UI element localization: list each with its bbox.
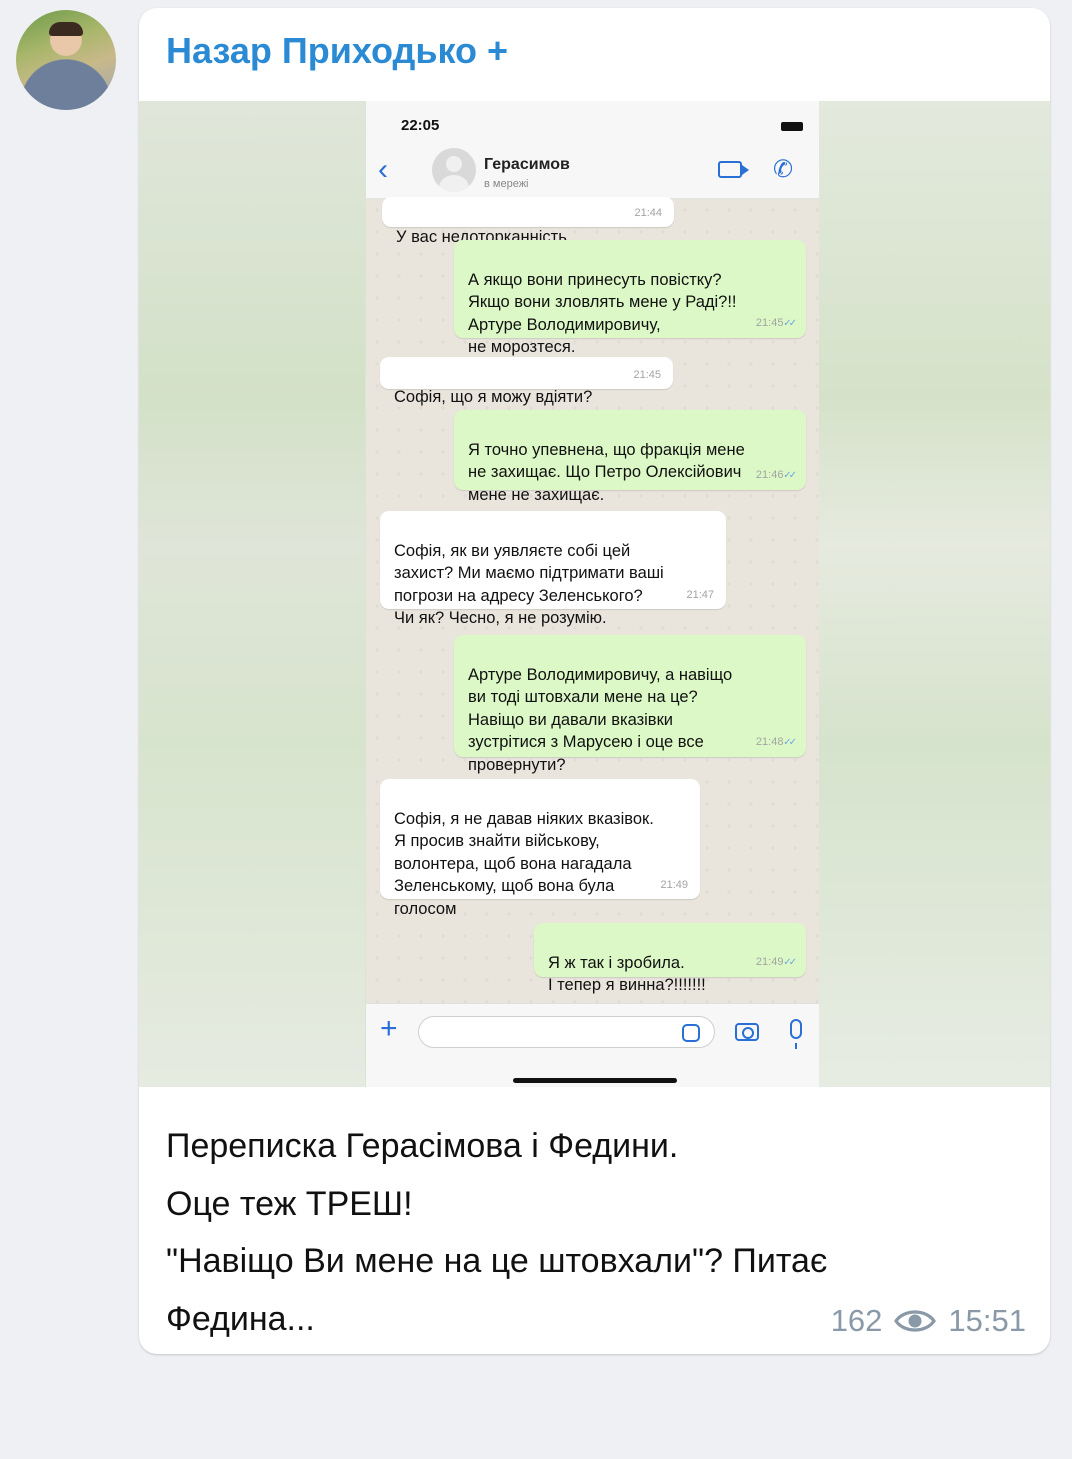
back-chevron-icon: ‹	[378, 153, 388, 186]
avatar[interactable]	[16, 10, 116, 110]
chat-header: ‹ Герасимов в мережі ✆	[366, 145, 819, 199]
chat-message: Софія, як ви уявляєте собі цей захист? М…	[380, 511, 726, 627]
message-bubble: Назар Приходько + 22:05 ‹ Герасимов в ме…	[139, 8, 1050, 1354]
chat-message: Софія, що я можу вдіяти? 21:45	[380, 357, 673, 406]
attached-image[interactable]: 22:05 ‹ Герасимов в мережі ✆ У вас недот…	[139, 101, 1050, 1087]
sticker-icon	[682, 1024, 700, 1042]
status-time: 22:05	[401, 117, 440, 134]
chat-input-bar: +	[366, 1003, 819, 1087]
chat-message: А якщо вони принесуть повістку? Якщо вон…	[454, 240, 806, 356]
caption-line: "Навіщо Ви мене на це штовхали"? Питає	[166, 1242, 828, 1280]
message-time: 15:51	[948, 1303, 1026, 1338]
home-indicator	[513, 1078, 677, 1083]
chat-message: Я точно упевнена, що фракція мене не зах…	[454, 410, 806, 504]
microphone-icon	[790, 1019, 802, 1049]
caption-line: Оце теж ТРЕШ!	[166, 1184, 413, 1223]
battery-icon	[781, 122, 803, 131]
chat-message: У вас недоторканність. 21:44	[382, 197, 674, 246]
phone-status-bar: 22:05	[366, 101, 819, 145]
chat-message: Артуре Володимировичу, а навіщо ви тоді …	[454, 635, 806, 774]
phone-call-icon: ✆	[773, 156, 794, 183]
chat-message: Я ж так і зробила. І тепер я винна?!!!!!…	[534, 923, 806, 994]
contact-name: Герасимов	[484, 156, 570, 173]
video-call-icon	[718, 161, 749, 178]
view-count: 162	[830, 1303, 883, 1338]
camera-icon	[735, 1023, 759, 1041]
chat-message: Софія, я не давав ніяких вказівок. Я про…	[380, 779, 700, 918]
contact-status: в мережі	[484, 178, 529, 190]
sender-name[interactable]: Назар Приходько +	[166, 30, 508, 72]
message-field	[418, 1016, 715, 1048]
message-meta: 162 15:51	[831, 1303, 1026, 1339]
plus-icon: +	[380, 1012, 398, 1045]
image-blur-left	[139, 101, 365, 1087]
caption-line: Переписка Герасімова і Федини.	[166, 1127, 679, 1165]
chat-area: У вас недоторканність. 21:44 А якщо вони …	[366, 197, 819, 1003]
image-blur-right	[819, 101, 1050, 1087]
contact-avatar	[432, 148, 476, 192]
eye-icon	[894, 1307, 937, 1335]
phone-screenshot: 22:05 ‹ Герасимов в мережі ✆ У вас недот…	[366, 101, 819, 1087]
